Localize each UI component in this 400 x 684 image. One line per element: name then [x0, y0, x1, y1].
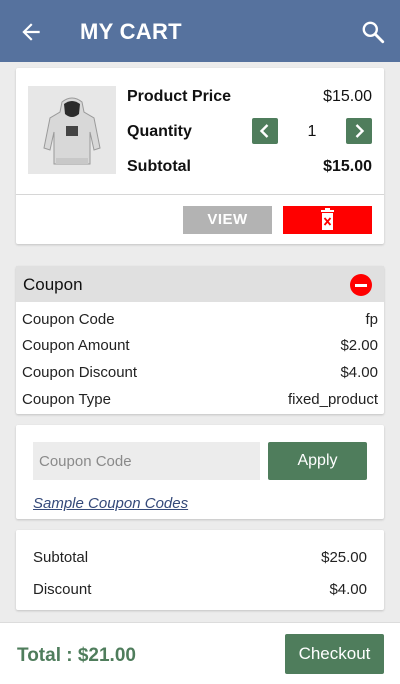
- search-icon[interactable]: [360, 19, 386, 45]
- coupon-code-value: fp: [365, 311, 378, 328]
- summary-subtotal-value: $25.00: [321, 549, 367, 566]
- coupon-details-card: Coupon Coupon Code fp Coupon Amount $2.0…: [16, 266, 384, 414]
- quantity-increase-button[interactable]: [346, 118, 372, 144]
- sample-coupon-codes-link[interactable]: Sample Coupon Codes: [33, 495, 188, 512]
- chevron-right-icon: [355, 124, 365, 138]
- coupon-code-label: Coupon Code: [22, 311, 115, 328]
- coupon-amount-label: Coupon Amount: [22, 337, 130, 354]
- view-button[interactable]: VIEW: [183, 206, 272, 234]
- minus-circle-icon[interactable]: [350, 274, 372, 296]
- quantity-decrease-button[interactable]: [252, 118, 278, 144]
- coupon-code-input[interactable]: [33, 442, 260, 480]
- product-price-value: $15.00: [323, 88, 372, 105]
- summary-discount-label: Discount: [33, 581, 92, 598]
- arrow-left-icon[interactable]: [18, 19, 44, 45]
- coupon-type-label: Coupon Type: [22, 391, 111, 408]
- subtotal-label: Subtotal: [127, 158, 191, 175]
- coupon-header: Coupon: [16, 266, 384, 302]
- checkout-bar: Total : $21.00 Checkout: [0, 622, 400, 684]
- summary-subtotal-label: Subtotal: [33, 549, 89, 566]
- coupon-discount-value: $4.00: [340, 364, 378, 381]
- delete-button[interactable]: [283, 206, 372, 234]
- trash-icon: [321, 208, 334, 230]
- coupon-title: Coupon: [23, 275, 83, 294]
- total-amount: Total : $21.00: [17, 645, 136, 666]
- chevron-left-icon: [259, 124, 269, 138]
- coupon-discount-label: Coupon Discount: [22, 364, 138, 381]
- cart-item-card: Product Price $15.00 Quantity 1 Subtotal…: [16, 68, 384, 244]
- coupon-amount-value: $2.00: [340, 337, 378, 354]
- quantity-value: 1: [307, 123, 317, 140]
- order-summary-card: Subtotal $25.00 Discount $4.00: [16, 530, 384, 610]
- subtotal-value: $15.00: [323, 158, 372, 175]
- checkout-button[interactable]: Checkout: [285, 634, 384, 674]
- apply-coupon-card: Apply Sample Coupon Codes: [16, 425, 384, 519]
- page-title: MY CART: [80, 19, 182, 44]
- app-bar: MY CART: [0, 0, 400, 62]
- product-price-label: Product Price: [127, 88, 232, 105]
- product-image[interactable]: [28, 86, 116, 174]
- divider: [16, 194, 384, 195]
- summary-discount-value: $4.00: [329, 581, 367, 598]
- apply-button[interactable]: Apply: [268, 442, 367, 480]
- quantity-label: Quantity: [127, 123, 192, 140]
- hoodie-icon: [28, 86, 116, 174]
- coupon-type-value: fixed_product: [287, 391, 378, 408]
